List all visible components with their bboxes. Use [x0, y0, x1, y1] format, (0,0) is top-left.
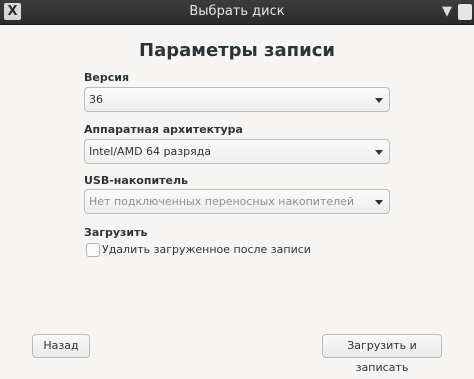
version-value: 36: [89, 93, 103, 106]
version-label: Версия: [84, 71, 130, 84]
architecture-label: Аппаратная архитектура: [84, 123, 243, 136]
window-menu-icon[interactable]: ▼: [438, 3, 456, 21]
page-title: Параметры записи: [139, 40, 335, 61]
usb-placeholder: Нет подключенных переносных накопителей: [89, 195, 355, 208]
architecture-select[interactable]: Intel/AMD 64 разряда: [84, 139, 390, 164]
delete-after-write-label[interactable]: Удалить загруженное после записи: [102, 242, 311, 258]
usb-drive-select[interactable]: Нет подключенных переносных накопителей: [84, 189, 390, 214]
dropdown-arrow-icon: [375, 200, 383, 205]
version-select[interactable]: 36: [84, 87, 390, 112]
usb-label: USB-накопитель: [84, 174, 189, 187]
window-maximize-icon[interactable]: [458, 4, 472, 20]
delete-after-write-checkbox[interactable]: [86, 243, 100, 257]
back-button[interactable]: Назад: [32, 334, 90, 358]
title-bar: X Выбрать диск ▼: [0, 0, 474, 25]
dropdown-arrow-icon: [375, 150, 383, 155]
architecture-value: Intel/AMD 64 разряда: [89, 145, 212, 158]
download-label: Загрузить: [84, 226, 148, 239]
dropdown-arrow-icon: [375, 98, 383, 103]
download-and-write-button[interactable]: Загрузить и записать: [322, 334, 442, 374]
window-title: Выбрать диск: [189, 4, 285, 19]
